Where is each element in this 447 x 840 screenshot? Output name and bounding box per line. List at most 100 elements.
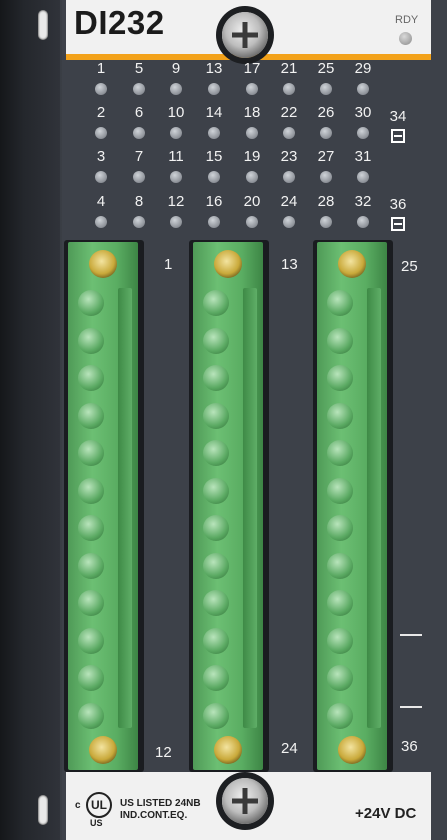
channel-led-label: 29	[354, 60, 372, 77]
din-rail-side	[0, 0, 60, 840]
channel-led	[133, 83, 145, 95]
channel-led-label: 30	[354, 104, 372, 121]
terminal-start-label: 1	[164, 256, 173, 273]
terminal-pin[interactable]	[78, 702, 104, 729]
channel-led	[208, 216, 220, 228]
channel-led-label: 26	[317, 104, 335, 121]
channel-led	[320, 216, 332, 228]
channel-led	[283, 216, 295, 228]
channel-led-label: 23	[280, 148, 298, 165]
channel-led-label: 32	[354, 193, 372, 210]
channel-led	[208, 83, 220, 95]
terminal-pin[interactable]	[203, 327, 229, 354]
channel-led	[170, 83, 182, 95]
terminal-pin[interactable]	[203, 627, 229, 654]
bottom-screw-icon[interactable]	[222, 778, 268, 824]
terminal-pin[interactable]	[327, 402, 353, 429]
terminal-pin[interactable]	[78, 365, 104, 391]
locking-screw-icon[interactable]	[89, 250, 117, 278]
terminal-pin[interactable]	[78, 665, 104, 691]
terminal-end-label: 24	[281, 740, 298, 757]
channel-led	[283, 83, 295, 95]
terminal-pin[interactable]	[203, 552, 229, 579]
channel-led	[283, 127, 295, 139]
listing-line: IND.CONT.EQ.	[120, 810, 188, 821]
channel-led-label: 6	[134, 104, 144, 121]
terminal-start-label: 25	[401, 258, 418, 275]
terminal-pin[interactable]	[203, 440, 229, 466]
terminal-pin[interactable]	[327, 590, 353, 616]
channel-led-label: 3	[96, 148, 106, 165]
terminal-block-3[interactable]	[317, 242, 387, 770]
channel-led-label: 9	[171, 60, 181, 77]
terminal-pin[interactable]	[327, 477, 353, 504]
terminal-pin[interactable]	[327, 515, 353, 541]
terminal-pin[interactable]	[203, 477, 229, 504]
terminal-divider	[400, 634, 422, 636]
terminal-pin[interactable]	[78, 402, 104, 429]
channel-led-label: 28	[317, 193, 335, 210]
terminal-pin[interactable]	[203, 290, 229, 316]
terminal-pin[interactable]	[78, 590, 104, 616]
locking-screw-icon[interactable]	[89, 736, 117, 764]
aux-status-indicator	[391, 129, 405, 143]
channel-led	[170, 216, 182, 228]
mounting-slot	[38, 10, 48, 40]
channel-led-label: 22	[280, 104, 298, 121]
locking-screw-icon[interactable]	[338, 736, 366, 764]
module-model: DI232	[74, 4, 165, 41]
channel-led-label: 2	[96, 104, 106, 121]
terminal-pin[interactable]	[203, 702, 229, 729]
terminal-pin[interactable]	[78, 627, 104, 654]
aux-status-indicator	[391, 217, 405, 231]
terminal-pin[interactable]	[327, 327, 353, 354]
terminal-end-label: 36	[401, 738, 418, 755]
terminal-pin[interactable]	[327, 552, 353, 579]
terminal-pin[interactable]	[327, 290, 353, 316]
channel-led	[357, 216, 369, 228]
terminal-pin[interactable]	[78, 327, 104, 354]
terminal-pin[interactable]	[78, 477, 104, 504]
channel-led-label: 16	[205, 193, 223, 210]
channel-led-label: 11	[168, 148, 184, 165]
channel-led	[95, 216, 107, 228]
terminal-pin[interactable]	[78, 552, 104, 579]
io-module: DI232 RDY 1 5 9 13 17 21 25 29 2 6 10 14 18 22 26 30 3 7 1…	[0, 0, 447, 840]
channel-led	[320, 171, 332, 183]
pin-rail	[367, 288, 381, 728]
channel-led	[246, 83, 258, 95]
terminal-block-2[interactable]	[193, 242, 263, 770]
top-screw-icon[interactable]	[222, 12, 268, 58]
terminal-pin[interactable]	[78, 290, 104, 316]
terminal-pin[interactable]	[327, 365, 353, 391]
locking-screw-icon[interactable]	[338, 250, 366, 278]
terminal-pin[interactable]	[203, 402, 229, 429]
terminal-pin[interactable]	[203, 515, 229, 541]
locking-screw-icon[interactable]	[214, 250, 242, 278]
terminal-block-1[interactable]	[68, 242, 138, 770]
terminal-pin[interactable]	[327, 665, 353, 691]
terminal-pin[interactable]	[203, 590, 229, 616]
channel-led	[357, 127, 369, 139]
terminal-pin[interactable]	[78, 515, 104, 541]
terminal-pin[interactable]	[78, 440, 104, 466]
terminal-pin[interactable]	[327, 627, 353, 654]
mounting-slot	[38, 795, 48, 825]
channel-led-label: 21	[280, 60, 298, 77]
pin-rail	[118, 288, 132, 728]
channel-led	[133, 216, 145, 228]
channel-led-label: 13	[205, 60, 223, 77]
locking-screw-icon[interactable]	[214, 736, 242, 764]
terminal-pin[interactable]	[327, 702, 353, 729]
channel-led-label: 7	[134, 148, 144, 165]
listing-text: US LISTED 24NB IND.CONT.EQ.	[120, 798, 201, 822]
terminal-pin[interactable]	[203, 365, 229, 391]
channel-led	[170, 171, 182, 183]
channel-led-label: 1	[96, 60, 106, 77]
channel-led	[208, 127, 220, 139]
ul-certification-icon: UL	[86, 792, 112, 818]
terminal-pin[interactable]	[203, 665, 229, 691]
channel-led	[283, 171, 295, 183]
terminal-pin[interactable]	[327, 440, 353, 466]
channel-led	[320, 83, 332, 95]
